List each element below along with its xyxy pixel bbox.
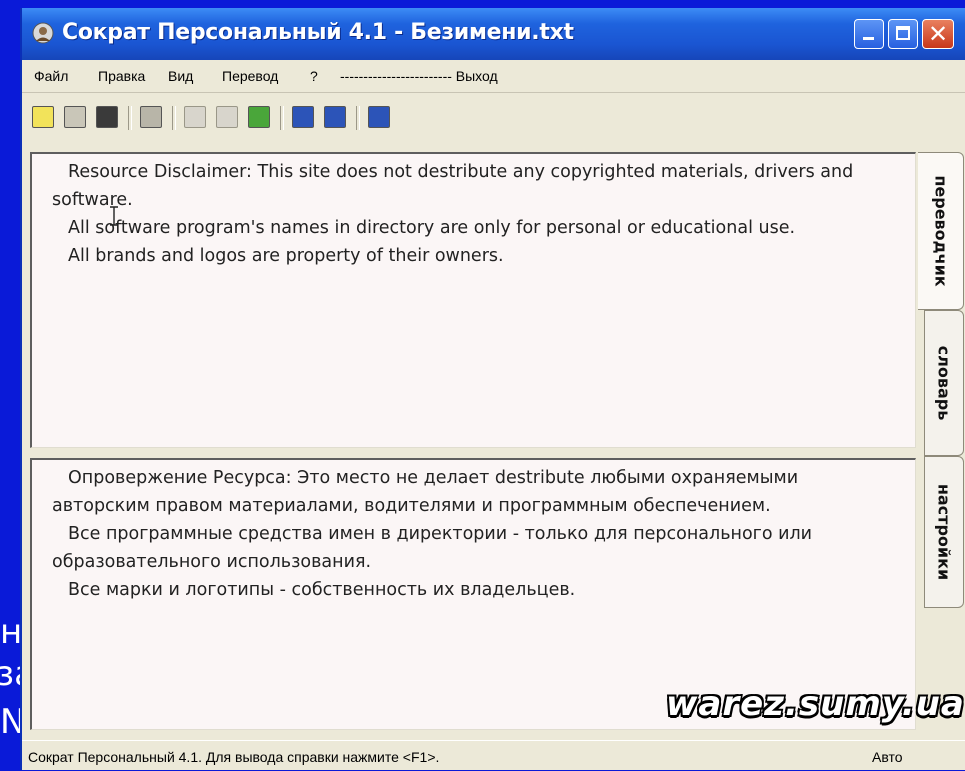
tab-settings-label: настройки xyxy=(934,483,954,581)
copy-icon[interactable] xyxy=(216,106,238,128)
new-document-icon[interactable] xyxy=(32,106,54,128)
translation-paragraph: Опровержение Ресурса: Это место не делае… xyxy=(52,468,799,516)
toolbar-separator xyxy=(128,106,132,130)
source-text-area[interactable]: Resource Disclaimer: This site does not … xyxy=(30,152,916,448)
status-bar: Сократ Персональный 4.1. Для вывода спра… xyxy=(22,740,965,771)
app-window: Сократ Персональный 4.1 - Безимени.txt ✕… xyxy=(20,8,965,770)
arrow-up-blue-icon[interactable] xyxy=(324,106,346,128)
close-button[interactable]: ✕ xyxy=(922,19,954,49)
menu-edit[interactable]: Правка xyxy=(98,68,145,84)
source-paragraph: All software program's names in director… xyxy=(68,218,796,238)
toolbar-separator xyxy=(172,106,176,130)
menu-exit[interactable]: ------------------------ Выход xyxy=(340,68,498,84)
user-icon[interactable] xyxy=(184,106,206,128)
toolbar-separator xyxy=(280,106,284,130)
open-folder-icon[interactable] xyxy=(64,106,86,128)
print-icon[interactable] xyxy=(140,106,162,128)
tab-translator[interactable]: переводчик xyxy=(918,152,964,310)
toolbar xyxy=(22,94,965,142)
watermark: warez.sumy.ua xyxy=(666,684,965,724)
background-text-1: н xyxy=(0,612,23,652)
app-icon xyxy=(32,22,54,44)
menu-help[interactable]: ? xyxy=(310,68,318,84)
menu-view[interactable]: Вид xyxy=(168,68,193,84)
translation-paragraph: Все программные средства имен в директор… xyxy=(52,524,813,572)
status-text: Сократ Персональный 4.1. Для вывода спра… xyxy=(28,749,440,765)
menu-bar: Файл Правка Вид Перевод ? --------------… xyxy=(22,60,965,93)
toolbar-separator xyxy=(356,106,360,130)
tab-dictionary-label: словарь xyxy=(934,345,954,421)
tab-translator-label: переводчик xyxy=(931,175,950,287)
title-bar[interactable]: Сократ Персональный 4.1 - Безимени.txt ✕ xyxy=(22,8,965,60)
menu-translate[interactable]: Перевод xyxy=(222,68,278,84)
info-icon[interactable] xyxy=(368,106,390,128)
arrow-down-blue-icon[interactable] xyxy=(292,106,314,128)
tab-dictionary[interactable]: словарь xyxy=(924,310,964,456)
maximize-button[interactable] xyxy=(888,19,918,49)
menu-file[interactable]: Файл xyxy=(34,68,68,84)
source-paragraph: Resource Disclaimer: This site does not … xyxy=(52,162,854,210)
save-icon[interactable] xyxy=(96,106,118,128)
minimize-button[interactable] xyxy=(854,19,884,49)
maximize-icon xyxy=(896,26,910,40)
source-paragraph: All brands and logos are property of the… xyxy=(68,246,504,266)
status-mode: Авто xyxy=(872,749,903,765)
text-cursor-icon xyxy=(110,206,118,226)
minimize-icon xyxy=(863,37,874,40)
translation-paragraph: Все марки и логотипы - собственность их … xyxy=(68,580,576,600)
green-tool-icon[interactable] xyxy=(248,106,270,128)
window-title: Сократ Персональный 4.1 - Безимени.txt xyxy=(62,20,574,45)
tab-settings[interactable]: настройки xyxy=(924,456,964,608)
close-icon: ✕ xyxy=(928,20,949,48)
